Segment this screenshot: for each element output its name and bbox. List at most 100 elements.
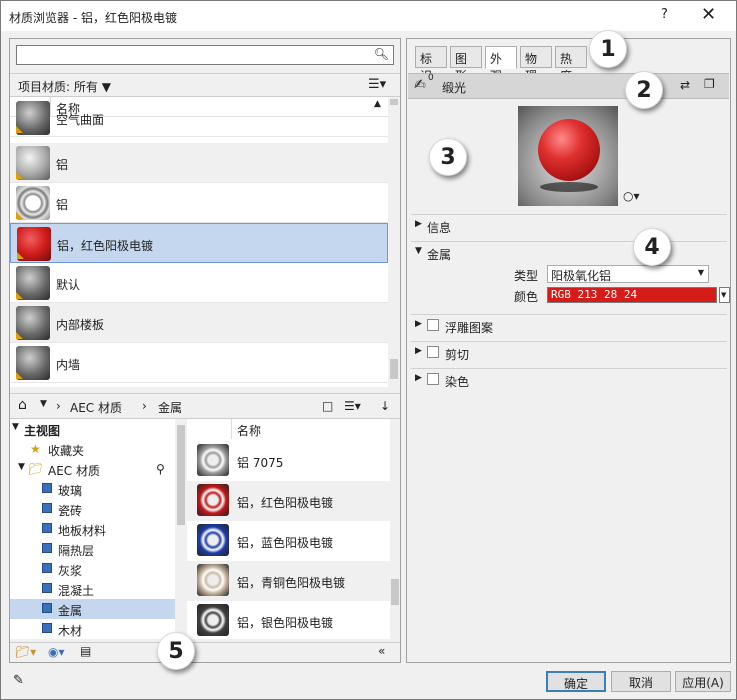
library-row[interactable]: 铝，银色阳极电镀	[187, 601, 390, 639]
material-name: 铝，红色阳极电镀	[57, 239, 154, 253]
material-name: 内墙	[56, 358, 81, 372]
tree-item[interactable]: 地板材料	[10, 519, 175, 539]
tab-1[interactable]: 图形	[450, 46, 482, 83]
type-select[interactable]: 阳极氧化铝 ▼	[547, 265, 709, 283]
material-row[interactable]: 铝	[10, 143, 388, 183]
type-label: 类型	[514, 269, 539, 283]
library-row[interactable]: 铝 7075	[187, 441, 390, 481]
expand-icon[interactable]: ▼	[18, 462, 25, 472]
tree-item[interactable]: 瓷砖	[10, 499, 175, 519]
library-scrollbar[interactable]	[390, 419, 400, 639]
tab-4[interactable]: 热度	[555, 46, 587, 83]
search-input[interactable]: 🔍︎	[16, 45, 394, 65]
library-row[interactable]: 铝，蓝色阳极电镀	[187, 521, 390, 561]
close-button[interactable]: ✕	[701, 4, 716, 25]
library-row[interactable]: 铝，红色阳极电镀	[187, 481, 390, 521]
tab-3[interactable]: 物理	[520, 46, 552, 83]
library-material-name: 铝 7075	[237, 456, 284, 470]
lock-icon: ⚲	[156, 462, 165, 476]
material-folder-icon	[42, 583, 52, 593]
section-info[interactable]: ▶ 信息	[411, 214, 727, 236]
material-row[interactable]: 空气曲面	[10, 101, 388, 137]
tree-aec-materials[interactable]: ▼ 📁︎ AEC 材质 ⚲	[10, 459, 175, 479]
tree-item[interactable]: 混凝土	[10, 579, 175, 599]
tree-item[interactable]: 玻璃	[10, 479, 175, 499]
material-folder-icon	[42, 563, 52, 573]
expand-icon[interactable]: ▶	[415, 346, 422, 356]
material-row[interactable]: 内墙	[10, 343, 388, 383]
hand-icon: ✍︎	[414, 77, 426, 93]
material-row[interactable]: 铝，红色阳极电镀	[10, 223, 388, 263]
tree-item[interactable]: 灰浆	[10, 559, 175, 579]
tree-root[interactable]: ▼ 主视图	[10, 419, 175, 439]
material-name: 默认	[56, 278, 81, 292]
tree-item[interactable]: 木材	[10, 619, 175, 639]
cutout-checkbox[interactable]	[427, 346, 439, 358]
library-folder-icon[interactable]: 📁︎▾	[15, 645, 36, 659]
material-list-scrollbar[interactable]	[388, 97, 400, 387]
sort-ascending-icon[interactable]: ▲	[374, 99, 381, 109]
create-material-icon[interactable]: ◉▾	[48, 645, 65, 659]
search-icon[interactable]: 🔍︎	[374, 47, 389, 61]
callout-2: 2	[625, 71, 663, 109]
tree-item[interactable]: 隔热层	[10, 539, 175, 559]
relief-checkbox[interactable]	[427, 319, 439, 331]
breadcrumb-aec[interactable]: AEC 材质	[70, 399, 122, 416]
tab-2[interactable]: 外观	[485, 46, 517, 83]
duplicate-asset-icon[interactable]: ❐	[704, 77, 715, 91]
material-name: 内部楼板	[56, 318, 105, 332]
breadcrumb-metal[interactable]: 金属	[158, 399, 182, 416]
library-material-name: 铝，青铜色阳极电镀	[237, 576, 346, 590]
tint-checkbox[interactable]	[427, 373, 439, 385]
filter-icon[interactable]: ▼	[102, 80, 111, 94]
collapse-icon[interactable]: ▼	[415, 246, 422, 256]
project-materials-label[interactable]: 项目材质: 所有 ▼	[18, 78, 111, 95]
list-view-icon[interactable]: ☰▾	[344, 399, 361, 413]
tree-item[interactable]: 金属	[10, 599, 175, 619]
material-row[interactable]: 铝	[10, 183, 388, 223]
tree-favorites[interactable]: ★ 收藏夹	[10, 439, 175, 459]
section-cutout[interactable]: ▶ 剪切	[411, 341, 727, 363]
view-options-icon[interactable]: ☰▾	[368, 77, 386, 92]
preview-options-icon[interactable]: ○▾	[623, 189, 640, 203]
material-folder-icon	[42, 523, 52, 533]
material-editor-icon[interactable]: ✎	[13, 673, 24, 688]
material-row[interactable]: 默认	[10, 263, 388, 303]
panel-toggle-icon[interactable]: □	[322, 399, 333, 413]
chevron-right-icon: ›	[142, 399, 147, 413]
collapse-left-icon[interactable]: «	[378, 644, 385, 658]
material-browser-window: 材质浏览器 - 铝，红色阳极电镀 ? ✕ 🔍︎ 项目材质: 所有 ▼ ☰▾ 名称…	[0, 0, 737, 700]
library-toolbar: 📁︎▾ ◉▾ ▤ «	[10, 642, 400, 662]
left-pane: 🔍︎ 项目材质: 所有 ▼ ☰▾ 名称 ▲ 空气曲面铝铝铝，红色阳极电镀 默认 内部…	[9, 38, 401, 663]
material-row[interactable]: 内部楼板	[10, 303, 388, 343]
replace-asset-icon[interactable]: ⇄	[680, 78, 690, 92]
expand-icon[interactable]: ▼	[12, 422, 19, 432]
material-folder-icon	[42, 503, 52, 513]
apply-button[interactable]: 应用(A)	[675, 671, 731, 692]
expand-icon[interactable]: ▶	[415, 373, 422, 383]
home-icon[interactable]: ⌂	[18, 397, 27, 413]
chevron-down-icon: ▼	[697, 268, 704, 277]
tab-0[interactable]: 标识	[415, 46, 447, 83]
callout-1: 1	[589, 30, 627, 68]
tree-scrollbar[interactable]	[175, 419, 187, 639]
material-name: 空气曲面	[56, 113, 105, 127]
section-tint[interactable]: ▶ 染色	[411, 368, 727, 390]
section-metal[interactable]: ▼ 金属	[411, 241, 727, 263]
expand-icon[interactable]: ▶	[415, 319, 422, 329]
library-list-header[interactable]: 名称	[187, 419, 390, 439]
asset-header: ✍︎ 0 缎光 ⇄ ❐	[408, 73, 729, 99]
ok-button[interactable]: 确定	[546, 671, 606, 692]
window-title: 材质浏览器 - 铝，红色阳极电镀	[9, 11, 177, 25]
chevron-down-icon[interactable]: ▼	[40, 399, 47, 409]
library-row[interactable]: 铝，青铜色阳极电镀	[187, 561, 390, 601]
color-label: 颜色	[514, 290, 539, 304]
collapse-icon[interactable]: ↓	[380, 399, 390, 413]
help-button[interactable]: ?	[661, 7, 668, 22]
section-relief[interactable]: ▶ 浮雕图案	[411, 314, 727, 336]
color-swatch[interactable]: RGB 213 28 24	[547, 287, 717, 303]
color-dropdown[interactable]: ▼	[719, 287, 730, 303]
expand-icon[interactable]: ▶	[415, 219, 422, 229]
asset-browser-icon[interactable]: ▤	[80, 644, 91, 658]
cancel-button[interactable]: 取消	[611, 671, 671, 692]
